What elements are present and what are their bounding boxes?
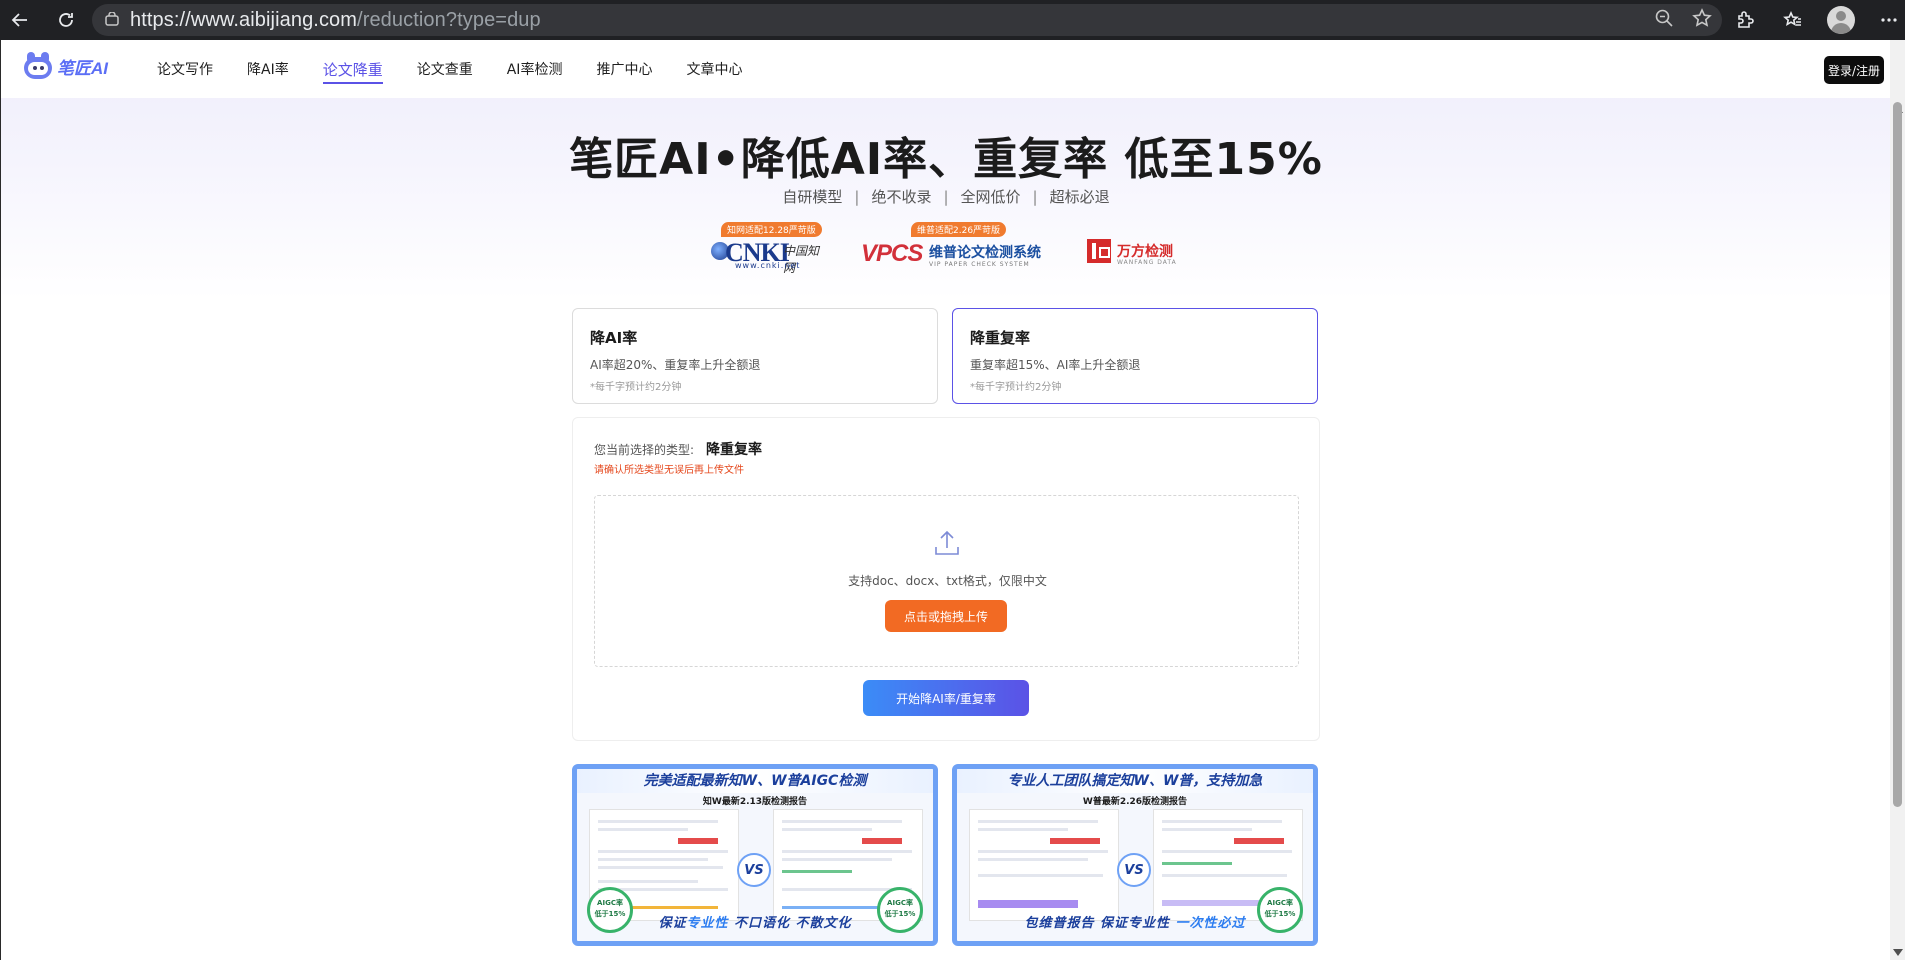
file-dropzone[interactable]: 支持doc、docx、txt格式，仅限中文 点击或拖拽上传	[594, 495, 1299, 667]
vs-icon: VS	[1117, 853, 1151, 887]
nav-item-promotion[interactable]: 推广中心	[596, 40, 652, 98]
scroll-down-icon[interactable]	[1893, 949, 1903, 956]
feature-label: 绝不收录	[871, 188, 932, 206]
selected-type: 您当前选择的类型: 降重复率	[594, 439, 762, 459]
main-nav: 论文写作 降AI率 论文降重 论文查重 AI率检测 推广中心 文章中心	[157, 40, 742, 98]
footer-text: 包维普报告	[1024, 916, 1095, 931]
promo-footer: 保证专业性 不口语化 不散文化	[577, 912, 933, 931]
scrollbar-thumb[interactable]	[1893, 102, 1902, 807]
mascot-icon	[23, 52, 53, 80]
feature-label: 超标必退	[1049, 188, 1110, 206]
extensions-icon[interactable]	[1728, 3, 1762, 37]
footer-text: 专业性	[686, 916, 729, 931]
page: 笔匠AI 论文写作 降AI率 论文降重 论文查重 AI率检测 推广中心 文章中心…	[0, 40, 1891, 960]
seal-line: AIGC率	[1267, 899, 1293, 907]
site-info-icon[interactable]	[104, 12, 120, 28]
zoom-icon[interactable]	[1654, 8, 1674, 32]
page-scrollbar[interactable]	[1890, 40, 1905, 960]
address-bar[interactable]: https://www.aibijiang.com/reduction?type…	[92, 4, 1722, 36]
cnki-logo: 知网适配12.28严苛版 CNKI 中国知网 www.cnki.net	[711, 222, 822, 275]
nav-item-plagiarism-check[interactable]: 论文查重	[417, 40, 473, 98]
feature-label: 全网低价	[960, 188, 1021, 206]
promo-subhead: 知W最新2.13版检测报告	[702, 797, 808, 807]
more-icon[interactable]	[1872, 3, 1905, 37]
hero-title: 笔匠AI•降低AI率、重复率 低至15%	[569, 134, 1323, 185]
star-icon[interactable]	[1692, 8, 1712, 32]
promo-headline: 完美适配最新知W、W普AIGC检测	[577, 769, 933, 793]
login-button[interactable]: 登录/注册	[1824, 56, 1884, 84]
nav-item-paper-writing[interactable]: 论文写作	[157, 40, 213, 98]
upload-icon	[935, 530, 959, 555]
nav-item-paper-reduction[interactable]: 论文降重	[322, 40, 383, 98]
vpcs-logo: 维普适配2.26严苛版 VPCS 维普论文检测系统 VIP PAPER CHEC…	[861, 222, 1041, 272]
format-hint: 支持doc、docx、txt格式，仅限中文	[848, 574, 1047, 588]
start-button[interactable]: 开始降AI率/重复率	[863, 680, 1029, 716]
promo-footer: 包维普报告 保证专业性 一次性必过	[957, 912, 1313, 931]
partner-logos: 知网适配12.28严苛版 CNKI 中国知网 www.cnki.net 维普适配…	[1, 222, 1891, 275]
upload-panel: 您当前选择的类型: 降重复率 请确认所选类型无误后再上传文件 支持doc、docx…	[572, 417, 1320, 741]
promo-banner-cnki[interactable]: 完美适配最新知W、W普AIGC检测 知W最新2.13版检测报告 VS AIGC率	[572, 764, 938, 946]
nav-item-articles[interactable]: 文章中心	[686, 40, 742, 98]
option-note: *每千字预计约2分钟	[590, 382, 682, 393]
promo-banner-vip[interactable]: 专业人工团队搞定知W、W普，支持加急 W普最新2.26版检测报告 VS AIGC…	[952, 764, 1318, 946]
profile-icon[interactable]	[1824, 3, 1858, 37]
footer-text: 不口语化	[734, 916, 791, 931]
nav-item-ai-detection[interactable]: AI率检测	[507, 40, 563, 98]
option-note: *每千字预计约2分钟	[970, 382, 1062, 393]
report-before-image	[969, 809, 1119, 921]
footer-text: 保证专业性	[1099, 916, 1170, 931]
selected-type-value: 降重复率	[706, 442, 763, 458]
feature-label: 自研模型	[782, 188, 843, 206]
seal-line: AIGC率	[597, 899, 623, 907]
site-header: 笔匠AI 论文写作 降AI率 论文降重 论文查重 AI率检测 推广中心 文章中心…	[1, 40, 1891, 98]
vs-icon: VS	[737, 853, 771, 887]
promo-headline: 专业人工团队搞定知W、W普，支持加急	[957, 769, 1313, 793]
cnki-tag: 知网适配12.28严苛版	[721, 222, 822, 237]
option-reduce-duplication[interactable]: 降重复率 重复率超15%、AI率上升全额退 *每千字预计约2分钟	[952, 308, 1318, 404]
footer-text: 一次性必过	[1175, 916, 1246, 931]
back-icon[interactable]	[0, 0, 40, 40]
hero-features: 自研模型 | 绝不收录 | 全网低价 | 超标必退	[782, 188, 1110, 206]
footer-text: 不散文化	[795, 916, 852, 931]
browser-toolbar: https://www.aibijiang.com/reduction?type…	[0, 0, 1905, 40]
wanfang-mark-icon	[1087, 239, 1111, 263]
nav-item-reduce-ai[interactable]: 降AI率	[247, 40, 289, 98]
avatar[interactable]	[1827, 6, 1855, 34]
selected-type-label: 您当前选择的类型:	[594, 443, 695, 457]
option-title: 降重复率	[970, 329, 1031, 347]
option-reduce-ai[interactable]: 降AI率 AI率超20%、重复率上升全额退 *每千字预计约2分钟	[572, 308, 938, 404]
seal-line: AIGC率	[887, 899, 913, 907]
option-title: 降AI率	[590, 329, 638, 347]
type-warning: 请确认所选类型无误后再上传文件	[594, 465, 744, 476]
site-logo[interactable]: 笔匠AI	[23, 52, 108, 80]
wanfang-logo: 万方检测 WANFANG DATA	[1087, 222, 1187, 272]
logo-text: 笔匠AI	[57, 58, 108, 78]
promo-subhead: W普最新2.26版检测报告	[1082, 797, 1188, 807]
favorites-icon[interactable]	[1776, 3, 1810, 37]
option-desc: 重复率超15%、AI率上升全额退	[970, 358, 1141, 372]
footer-text: 保证	[658, 916, 687, 931]
url-text: https://www.aibijiang.com/reduction?type…	[130, 8, 541, 31]
option-desc: AI率超20%、重复率上升全额退	[590, 358, 761, 372]
reload-icon[interactable]	[46, 0, 86, 40]
vpcs-tag: 维普适配2.26严苛版	[911, 222, 1007, 237]
upload-button[interactable]: 点击或拖拽上传	[885, 600, 1007, 632]
